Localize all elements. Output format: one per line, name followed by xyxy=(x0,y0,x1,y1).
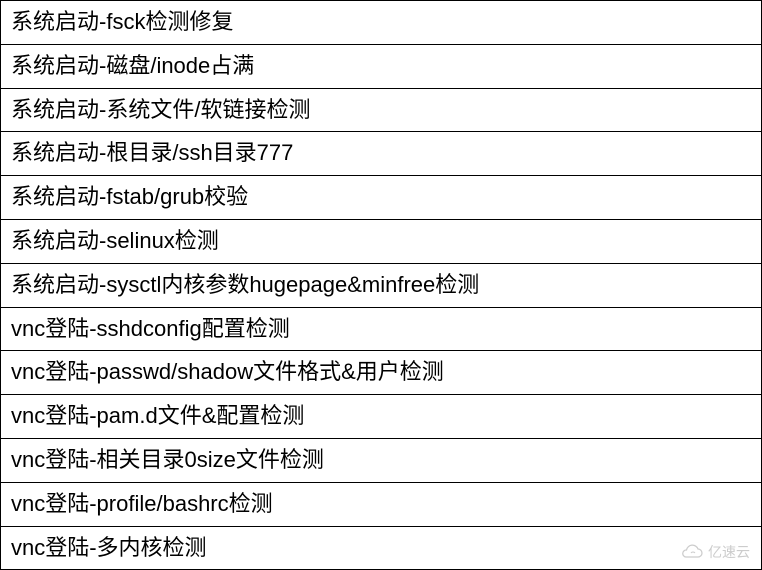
table-row: 系统启动-selinux检测 xyxy=(1,219,762,263)
table-row: 系统启动-fstab/grub校验 xyxy=(1,176,762,220)
cloud-icon xyxy=(680,544,704,560)
table-row: 系统启动-系统文件/软链接检测 xyxy=(1,88,762,132)
table-cell: vnc登陆-sshdconfig配置检测 xyxy=(1,307,762,351)
table-cell: 系统启动-磁盘/inode占满 xyxy=(1,44,762,88)
table-row: vnc登陆-profile/bashrc检测 xyxy=(1,482,762,526)
table-row: 系统启动-sysctl内核参数hugepage&minfree检测 xyxy=(1,263,762,307)
table-cell: 系统启动-selinux检测 xyxy=(1,219,762,263)
table-cell: 系统启动-fstab/grub校验 xyxy=(1,176,762,220)
watermark-text: 亿速云 xyxy=(708,542,750,562)
table-cell: 系统启动-sysctl内核参数hugepage&minfree检测 xyxy=(1,263,762,307)
table-cell: vnc登陆-pam.d文件&配置检测 xyxy=(1,395,762,439)
table-cell: vnc登陆-passwd/shadow文件格式&用户检测 xyxy=(1,351,762,395)
table-cell: vnc登陆-profile/bashrc检测 xyxy=(1,482,762,526)
table-row: vnc登陆-多内核检测 xyxy=(1,526,762,570)
checklist-table: 系统启动-fsck检测修复 系统启动-磁盘/inode占满 系统启动-系统文件/… xyxy=(0,0,762,570)
watermark: 亿速云 xyxy=(680,542,750,562)
table-row: vnc登陆-passwd/shadow文件格式&用户检测 xyxy=(1,351,762,395)
table-row: 系统启动-根目录/ssh目录777 xyxy=(1,132,762,176)
table-cell: vnc登陆-相关目录0size文件检测 xyxy=(1,438,762,482)
table-row: vnc登陆-pam.d文件&配置检测 xyxy=(1,395,762,439)
table-row: vnc登陆-sshdconfig配置检测 xyxy=(1,307,762,351)
table-cell: 系统启动-fsck检测修复 xyxy=(1,1,762,45)
table-row: 系统启动-fsck检测修复 xyxy=(1,1,762,45)
table-body: 系统启动-fsck检测修复 系统启动-磁盘/inode占满 系统启动-系统文件/… xyxy=(1,1,762,570)
table-row: 系统启动-磁盘/inode占满 xyxy=(1,44,762,88)
table-cell: 系统启动-根目录/ssh目录777 xyxy=(1,132,762,176)
table-cell: vnc登陆-多内核检测 xyxy=(1,526,762,570)
table-cell: 系统启动-系统文件/软链接检测 xyxy=(1,88,762,132)
table-row: vnc登陆-相关目录0size文件检测 xyxy=(1,438,762,482)
